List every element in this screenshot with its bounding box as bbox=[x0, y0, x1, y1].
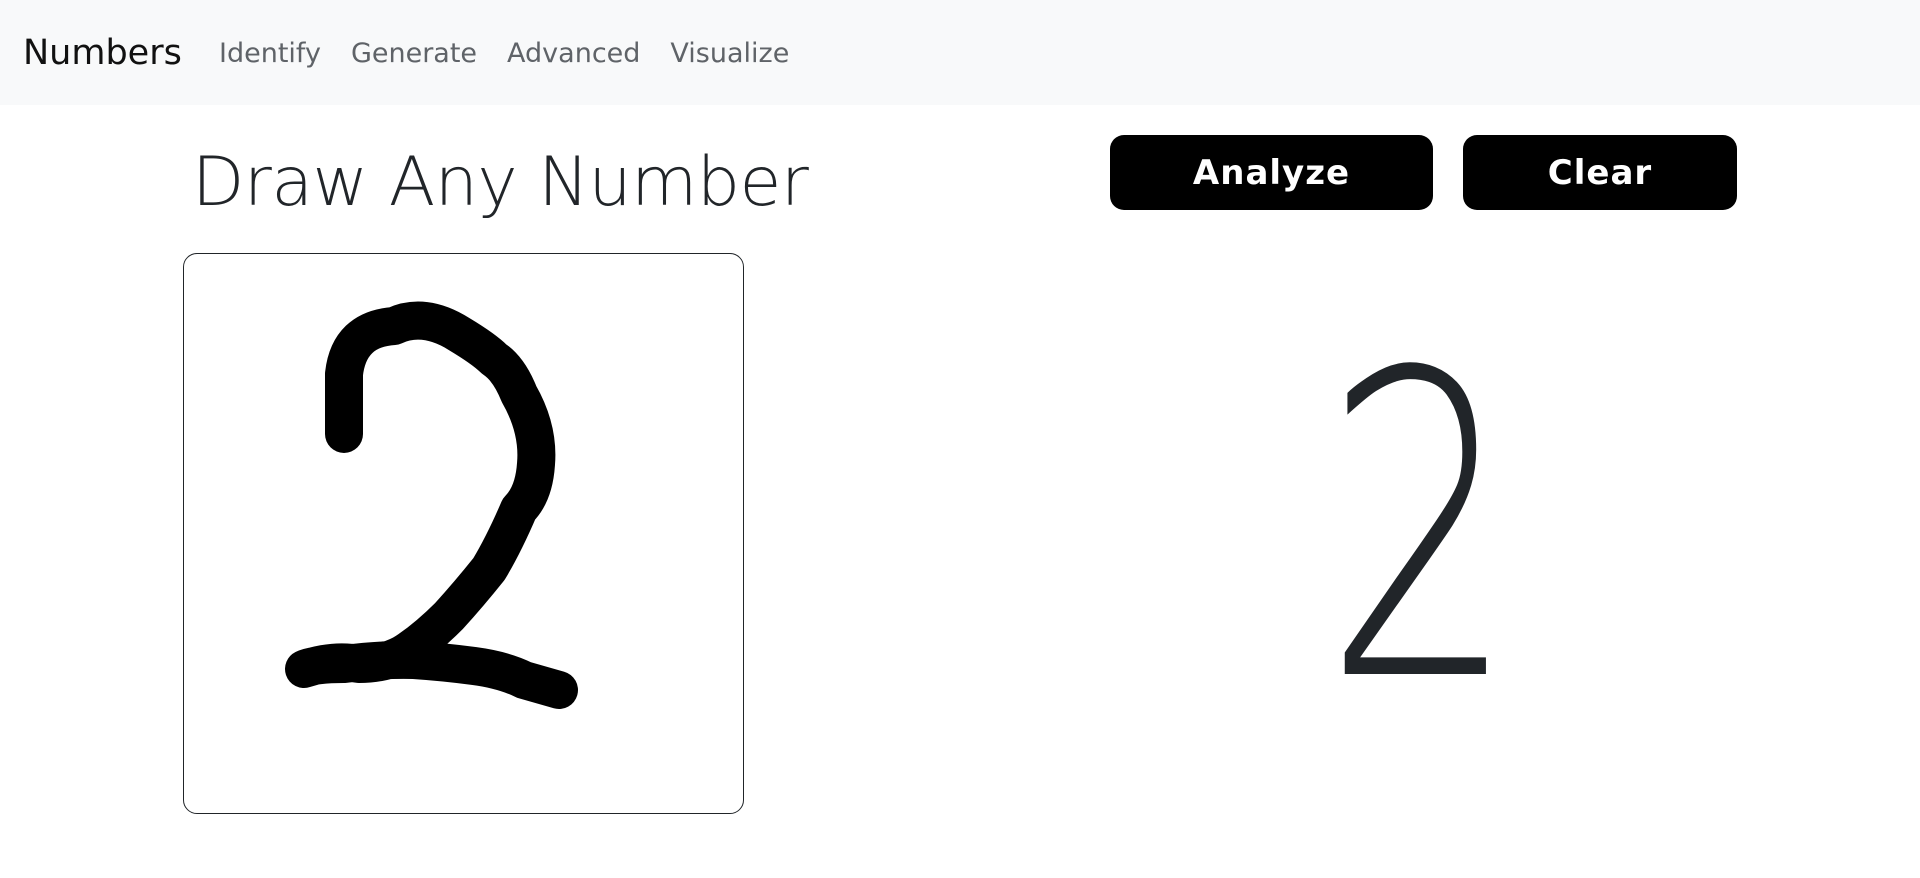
navbar: Numbers Identify Generate Advanced Visua… bbox=[0, 0, 1920, 105]
nav-links: Identify Generate Advanced Visualize bbox=[219, 37, 819, 71]
nav-link-advanced[interactable]: Advanced bbox=[507, 37, 640, 71]
brand-link[interactable]: Numbers bbox=[23, 32, 182, 74]
nav-link-visualize[interactable]: Visualize bbox=[670, 37, 789, 71]
drawn-stroke bbox=[285, 301, 578, 709]
clear-button[interactable]: Clear bbox=[1463, 135, 1737, 210]
nav-link-generate[interactable]: Generate bbox=[351, 37, 477, 71]
predicted-digit: 2 bbox=[1323, 285, 1517, 774]
analyze-button[interactable]: Analyze bbox=[1110, 135, 1433, 210]
page-title: Draw Any Number bbox=[192, 143, 809, 222]
drawing-canvas[interactable] bbox=[183, 253, 744, 814]
nav-link-identify[interactable]: Identify bbox=[219, 37, 321, 71]
